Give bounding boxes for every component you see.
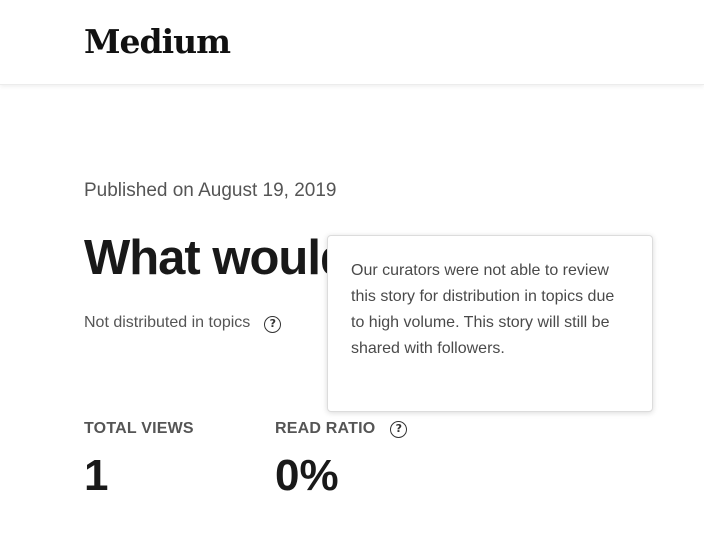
read-ratio-label: READ RATIO ? — [275, 418, 408, 440]
top-bar: Medium — [0, 0, 704, 85]
medium-logo[interactable]: Medium — [84, 22, 231, 62]
distribution-status-label: Not distributed in topics — [84, 314, 251, 331]
total-views-stat: TOTAL VIEWS 1 — [84, 418, 194, 504]
question-circle-icon[interactable]: ? — [264, 315, 282, 333]
total-views-value: 1 — [84, 451, 109, 500]
read-ratio-stat: READ RATIO ? 0% — [275, 418, 408, 504]
tooltip-text: Our curators were not able to review thi… — [351, 262, 615, 357]
total-views-label-text: TOTAL VIEWS — [84, 420, 194, 437]
read-ratio-label-text: READ RATIO — [275, 420, 376, 437]
total-views-label: TOTAL VIEWS — [84, 418, 194, 440]
published-date: Published on August 19, 2019 — [84, 180, 337, 201]
distribution-status: Not distributed in topics ? — [84, 312, 282, 334]
read-ratio-value: 0% — [275, 451, 339, 500]
distribution-tooltip: Our curators were not able to review thi… — [327, 235, 653, 412]
question-circle-icon[interactable]: ? — [390, 420, 408, 438]
